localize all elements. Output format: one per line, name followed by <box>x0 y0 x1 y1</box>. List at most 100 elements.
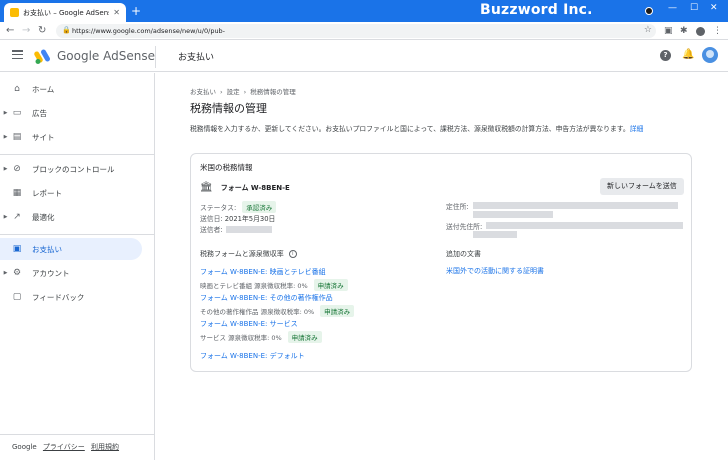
sidebar: ⌂ ホーム ▶ ▭ 広告 ▶ ▤ サイト ▶ ⊘ ブロックのコントロール ▦ レ… <box>0 73 155 460</box>
treaty-rate-row: 映画とテレビ番組 源泉徴収税率: 0% 申請済み <box>200 279 348 291</box>
status-badge: 承認済み <box>242 201 277 213</box>
form-name: フォーム W-8BEN-E <box>220 183 290 192</box>
treaty-rate-row: サービス 源泉徴収税率: 0% 申請済み <box>200 331 322 343</box>
feedback-icon: ▢ <box>12 292 22 302</box>
expand-arrow-icon: ▶ <box>3 110 8 116</box>
browser-profile-icon[interactable] <box>645 7 653 15</box>
notifications-bell-icon[interactable]: 🔔 <box>682 49 694 60</box>
help-icon[interactable]: ? <box>660 50 671 61</box>
sidebar-item-label: お支払い <box>32 244 62 254</box>
terms-link[interactable]: 利用規約 <box>91 443 119 451</box>
page-description: 税務情報を入力するか、更新してください。お支払いプロファイルと国によって、課税方… <box>190 124 690 134</box>
breadcrumb-item: 税務情報の管理 <box>250 88 296 96</box>
tab-title: お支払い – Google AdSense <box>23 8 110 17</box>
treaty-link-services[interactable]: フォーム W-8BEN-E: サービス <box>200 319 298 329</box>
ads-icon: ▭ <box>12 108 22 118</box>
sidebar-item-block-controls[interactable]: ▶ ⊘ ブロックのコントロール <box>0 158 142 180</box>
url-text: https://www.google.com/adsense/new/u/0/p… <box>72 27 226 35</box>
account-avatar[interactable] <box>702 47 718 63</box>
chrome-menu-icon[interactable]: ⋮ <box>713 25 722 37</box>
claimed-badge: 申請済み <box>287 331 322 343</box>
sidebar-item-feedback[interactable]: ▢ フィードバック <box>0 286 142 308</box>
close-window-icon[interactable]: ✕ <box>710 3 718 13</box>
card-title: 米国の税務情報 <box>200 163 253 172</box>
close-tab-icon[interactable]: ✕ <box>113 8 120 17</box>
status-label: ステータス: <box>200 204 237 212</box>
reload-icon[interactable]: ↻ <box>38 25 46 37</box>
report-icon: ▦ <box>12 188 22 198</box>
sidebar-item-reports[interactable]: ▦ レポート <box>0 182 142 204</box>
us-tax-info-card: 米国の税務情報 🏛 フォーム W-8BEN-E 新しいフォームを送信 ステータス… <box>190 153 692 372</box>
breadcrumb-item[interactable]: お支払い <box>190 88 216 96</box>
docs-section-heading: 追加の文書 <box>446 250 481 258</box>
url-field[interactable]: 🔒 https://www.google.com/adsense/new/u/0… <box>56 24 656 38</box>
home-icon: ⌂ <box>14 84 20 94</box>
expand-arrow-icon: ▶ <box>3 214 8 220</box>
treaty-link-copyright[interactable]: フォーム W-8BEN-E: その他の著作権作品 <box>200 293 333 303</box>
brand-name: Google AdSense <box>57 49 155 63</box>
sidebar-divider <box>0 234 155 235</box>
submitter-label: 送信者: <box>200 226 223 234</box>
gear-icon: ⚙ <box>12 268 22 278</box>
submitted-label: 送信日: <box>200 215 223 223</box>
submit-new-form-button[interactable]: 新しいフォームを送信 <box>600 178 684 195</box>
chrome-profile-icon[interactable] <box>696 27 705 36</box>
sidebar-item-label: アカウント <box>32 268 70 278</box>
treaty-rate-row: その他の著作権作品 源泉徴収税率: 0% 申請済み <box>200 305 355 317</box>
description-text: 税務情報を入力するか、更新してください。お支払いプロファイルと国によって、課税方… <box>190 125 630 133</box>
redacted-block <box>473 202 678 209</box>
sidebar-item-sites[interactable]: ▶ ▤ サイト <box>0 126 142 148</box>
header-divider <box>155 46 156 68</box>
lock-icon: 🔒 <box>62 26 71 34</box>
payment-icon: ▣ <box>12 244 22 254</box>
sidebar-divider <box>0 434 155 435</box>
minimize-icon[interactable]: — <box>668 3 677 13</box>
redacted-block <box>486 222 683 229</box>
treaty-link-film[interactable]: フォーム W-8BEN-E: 映画とテレビ番組 <box>200 267 326 277</box>
browser-tab[interactable]: お支払い – Google AdSense ✕ <box>4 3 126 22</box>
status-row: ステータス: 承認済み <box>200 201 277 213</box>
treaty-section-heading: 税務フォームと源泉徴収率 i <box>200 249 297 259</box>
submitted-date-row: 送信日: 2021年5月30日 <box>200 213 275 223</box>
sidebar-item-home[interactable]: ⌂ ホーム <box>0 78 142 100</box>
sidebar-item-optimization[interactable]: ▶ ↗ 最適化 <box>0 206 142 228</box>
sidebar-item-account[interactable]: ▶ ⚙ アカウント <box>0 262 142 284</box>
adsense-logo-icon <box>34 49 50 64</box>
expand-arrow-icon: ▶ <box>3 270 8 276</box>
details-link[interactable]: 詳細 <box>630 125 644 133</box>
bookmark-star-icon[interactable]: ☆ <box>644 25 652 35</box>
sidebar-divider <box>0 154 155 155</box>
sidebar-item-label: フィードバック <box>32 292 85 302</box>
adsense-favicon-icon <box>10 8 19 17</box>
page-title: 税務情報の管理 <box>190 102 267 115</box>
menu-icon[interactable] <box>12 50 23 60</box>
address-bar-row: ← → ↻ 🔒 https://www.google.com/adsense/n… <box>0 22 728 40</box>
breadcrumb-item[interactable]: 設定 <box>227 88 240 96</box>
bank-icon: 🏛 <box>200 182 213 193</box>
info-icon[interactable]: i <box>288 250 297 258</box>
maximize-icon[interactable]: ☐ <box>690 3 698 13</box>
certificate-link[interactable]: 米国外での活動に関する証明書 <box>446 266 544 276</box>
extension-icon[interactable]: ▣ <box>664 25 673 37</box>
submitter-row: 送信者: <box>200 224 272 234</box>
privacy-link[interactable]: プライバシー <box>43 443 85 451</box>
block-icon: ⊘ <box>13 164 21 174</box>
address-label: 定住所: <box>446 203 469 211</box>
new-tab-icon[interactable]: + <box>131 4 141 18</box>
forward-icon[interactable]: → <box>22 25 30 37</box>
sidebar-item-label: ブロックのコントロール <box>32 164 115 174</box>
sidebar-item-label: 最適化 <box>32 212 55 222</box>
treaty-heading-text: 税務フォームと源泉徴収率 <box>200 250 284 258</box>
puzzle-icon[interactable]: ✱ <box>680 25 688 37</box>
expand-arrow-icon: ▶ <box>3 134 8 140</box>
treaty-rate-text: その他の著作権作品 源泉徴収税率: 0% <box>200 308 315 316</box>
redacted-block <box>473 211 553 218</box>
mailing-address-label: 送付先住所: <box>446 223 483 231</box>
treaty-link-default[interactable]: フォーム W-8BEN-E: デフォルト <box>200 351 305 361</box>
sidebar-footer: Google プライバシー 利用規約 <box>12 442 119 452</box>
sidebar-item-payments[interactable]: ▣ お支払い <box>0 238 142 260</box>
sidebar-item-label: レポート <box>32 188 62 198</box>
back-icon[interactable]: ← <box>6 25 14 37</box>
redacted-block <box>473 231 517 238</box>
sidebar-item-ads[interactable]: ▶ ▭ 広告 <box>0 102 142 124</box>
